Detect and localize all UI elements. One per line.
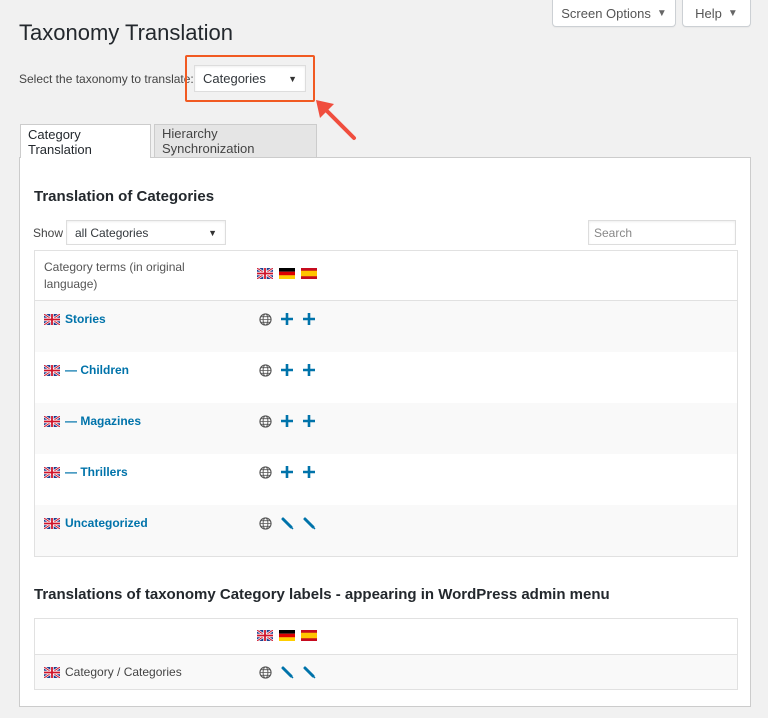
term-link[interactable]: — Thrillers [65, 465, 128, 479]
filter-select[interactable]: all Categories ▼ [66, 220, 226, 245]
flag-uk-icon [44, 667, 60, 679]
add-translation-icon[interactable] [279, 464, 295, 480]
language-flags [257, 630, 317, 641]
filter-select-value: all Categories [75, 225, 149, 240]
add-translation-icon[interactable] [301, 413, 317, 429]
tab-hierarchy-synchronization[interactable]: Hierarchy Synchronization [154, 124, 317, 157]
term-link[interactable]: Uncategorized [65, 516, 148, 530]
flag-es-icon [301, 268, 317, 279]
taxonomy-select-value: Categories [203, 71, 266, 86]
table-row: Uncategorized [35, 505, 737, 556]
caret-down-icon: ▼ [656, 7, 667, 19]
table-row: Stories [35, 301, 737, 352]
edit-translation-icon[interactable] [279, 515, 295, 531]
tab-panel: Translation of Categories Show all Categ… [19, 157, 751, 707]
globe-icon[interactable] [257, 362, 273, 378]
search-input[interactable]: Search [588, 220, 736, 245]
edit-translation-icon[interactable] [279, 664, 295, 680]
labels-table: Category / Categories [34, 618, 738, 690]
globe-icon[interactable] [257, 664, 273, 680]
globe-icon[interactable] [257, 464, 273, 480]
tab-category-translation[interactable]: Category Translation [20, 124, 151, 158]
term-link[interactable]: — Children [65, 363, 129, 377]
table-row: — Magazines [35, 403, 737, 454]
add-translation-icon[interactable] [301, 464, 317, 480]
pointer-arrow-icon [316, 100, 356, 140]
add-translation-icon[interactable] [279, 311, 295, 327]
add-translation-icon[interactable] [301, 311, 317, 327]
flag-uk-icon [44, 518, 60, 530]
column-header-terms: Category terms (in original language) [44, 260, 185, 291]
show-label: Show [33, 226, 64, 240]
table-row: — Children [35, 352, 737, 403]
table-header-row: Category terms (in original language) [35, 251, 737, 301]
dropdown-arrow-icon: ▼ [208, 227, 217, 238]
flag-es-icon [301, 630, 317, 641]
edit-translation-icon[interactable] [301, 664, 317, 680]
flag-de-icon [279, 630, 295, 641]
table-row: Category / Categories [35, 655, 737, 689]
flag-uk-icon [257, 630, 273, 641]
terms-table: Category terms (in original language) St… [34, 250, 738, 557]
section-title-translation: Translation of Categories [34, 188, 215, 205]
flag-uk-icon [44, 416, 60, 428]
section-title-labels: Translations of taxonomy Category labels… [34, 586, 610, 603]
flag-uk-icon [44, 467, 60, 479]
add-translation-icon[interactable] [301, 362, 317, 378]
edit-translation-icon[interactable] [301, 515, 317, 531]
globe-icon[interactable] [257, 413, 273, 429]
add-translation-icon[interactable] [279, 362, 295, 378]
globe-icon[interactable] [257, 515, 273, 531]
table-row: — Thrillers [35, 454, 737, 505]
flag-uk-icon [44, 314, 60, 326]
taxonomy-select-label: Select the taxonomy to translate: [19, 72, 194, 86]
page-title: Taxonomy Translation [19, 20, 233, 45]
term-link[interactable]: Stories [65, 312, 106, 326]
help-button[interactable]: Help ▼ [682, 0, 751, 27]
language-flags [257, 268, 317, 279]
help-label: Help [695, 5, 722, 21]
table-header-row [35, 619, 737, 655]
flag-uk-icon [257, 268, 273, 279]
screen-options-button[interactable]: Screen Options ▼ [552, 0, 676, 27]
flag-de-icon [279, 268, 295, 279]
flag-uk-icon [44, 365, 60, 377]
screen-options-label: Screen Options [561, 5, 651, 21]
dropdown-arrow-icon: ▼ [288, 73, 297, 84]
caret-down-icon: ▼ [727, 7, 738, 19]
add-translation-icon[interactable] [279, 413, 295, 429]
search-placeholder: Search [594, 225, 633, 240]
taxonomy-label-name: Category / Categories [65, 665, 182, 679]
globe-icon[interactable] [257, 311, 273, 327]
term-link[interactable]: — Magazines [65, 414, 141, 428]
taxonomy-select[interactable]: Categories ▼ [194, 65, 306, 92]
